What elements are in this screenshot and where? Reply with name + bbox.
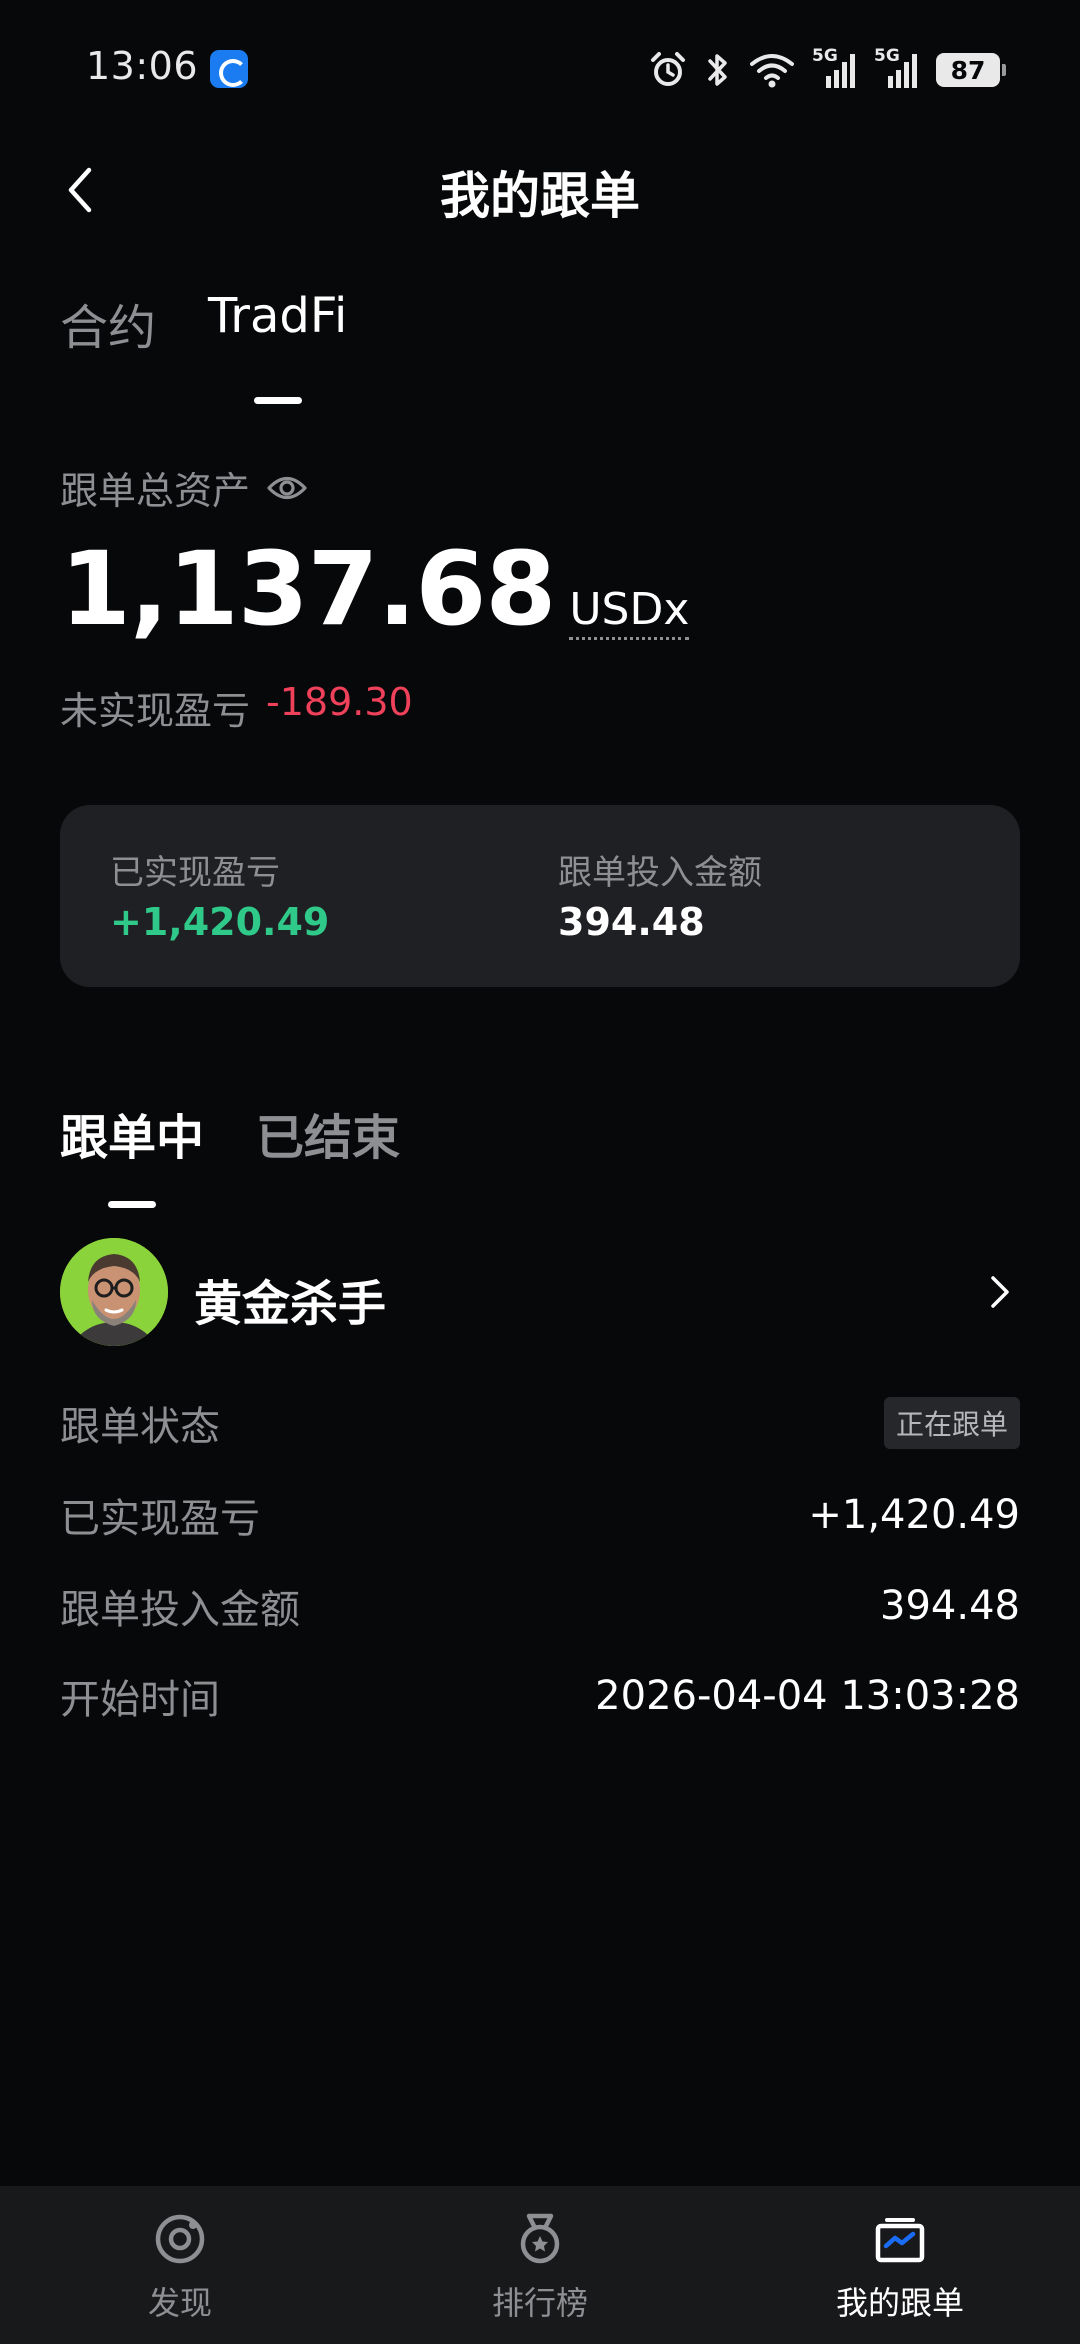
trader-invested-amount-value: 394.48 [880,1583,1020,1629]
bluetooth-icon [708,54,727,86]
total-assets-label: 跟单总资产 [60,469,251,513]
tab-contract[interactable]: 合约 [60,288,156,358]
tab-following[interactable]: 跟单中 [60,1098,204,1168]
unrealized-pnl-value: -189.30 [266,680,413,724]
app-notification-icon [210,50,248,88]
total-assets-row: 1,137.68 USDx [60,530,690,649]
leaderboard-medal-icon [511,2210,569,2268]
trader-name: 黄金杀手 [194,1276,387,1332]
summary-card: 已实现盈亏 +1,420.49 跟单投入金额 394.48 [60,805,1020,987]
trader-row[interactable]: 黄金杀手 [60,1238,1020,1348]
start-time-value: 2026-04-04 13:03:28 [595,1673,1020,1719]
header: 我的跟单 [0,140,1080,240]
discover-icon [151,2210,209,2268]
unrealized-pnl-row: 未实现盈亏 -189.30 [60,680,413,735]
list-tabs: 跟单中 已结束 [60,1098,400,1168]
network-type-label: 5G [874,46,900,66]
my-copy-trades-icon [871,2210,929,2268]
realized-pnl-row: 已实现盈亏 +1,420.49 [60,1485,1020,1545]
network-type-label: 5G [812,46,838,66]
nav-discover-label: 发现 [147,2284,212,2322]
invested-amount-value: 394.48 [558,900,705,944]
page-root: 13:06 5G 5G 87 我的跟单 合约 TradFi 跟单总资产 1,13… [0,0,1080,2344]
start-time-label: 开始时间 [60,1677,220,1723]
realized-pnl-label: 已实现盈亏 [110,853,280,893]
wifi-icon [750,54,794,88]
invested-amount-block: 跟单投入金额 394.48 [558,845,762,944]
signal-5g-icon: 5G [874,46,920,92]
copy-status-row: 跟单状态 正在跟单 [60,1393,1020,1453]
nav-discover[interactable]: 发现 [0,2186,360,2344]
top-tabs: 合约 TradFi [60,288,347,358]
currency-unit[interactable]: USDx [569,584,690,640]
eye-icon[interactable] [266,473,308,503]
total-assets-amount: 1,137.68 [60,530,556,649]
trader-invested-amount-label: 跟单投入金额 [60,1587,300,1633]
trader-realized-pnl-label: 已实现盈亏 [60,1496,260,1542]
nav-leaderboard-label: 排行榜 [491,2284,588,2322]
signal-5g-icon: 5G [812,46,858,92]
nav-leaderboard[interactable]: 排行榜 [360,2186,720,2344]
unrealized-pnl-label: 未实现盈亏 [60,689,251,733]
battery-level: 87 [950,55,986,85]
trader-realized-pnl-value: +1,420.49 [808,1492,1020,1538]
bottom-nav: 发现 排行榜 我的跟单 [0,2186,1080,2344]
status-badge: 正在跟单 [883,1397,1020,1449]
status-time: 13:06 [86,44,199,88]
nav-my-copy-trades-label: 我的跟单 [835,2284,964,2322]
status-bar: 13:06 5G 5G 87 [0,0,1080,140]
start-time-row: 开始时间 2026-04-04 13:03:28 [60,1666,1020,1726]
invested-amount-label: 跟单投入金额 [558,853,762,893]
trader-detail-button[interactable] [980,1268,1020,1316]
total-assets-label-row: 跟单总资产 [60,460,308,515]
tab-ended[interactable]: 已结束 [256,1098,400,1168]
copy-status-label: 跟单状态 [60,1404,220,1450]
status-icons: 5G 5G 87 [648,44,1006,96]
realized-pnl-value: +1,420.49 [110,900,330,944]
chevron-right-icon [991,1276,1009,1308]
nav-my-copy-trades[interactable]: 我的跟单 [720,2186,1080,2344]
alarm-icon [651,52,685,86]
page-title: 我的跟单 [440,167,640,225]
battery-icon: 87 [936,53,1006,87]
tab-tradfi[interactable]: TradFi [208,288,347,358]
avatar [60,1238,168,1346]
invested-amount-row: 跟单投入金额 394.48 [60,1576,1020,1636]
realized-pnl-block: 已实现盈亏 +1,420.49 [110,845,329,944]
